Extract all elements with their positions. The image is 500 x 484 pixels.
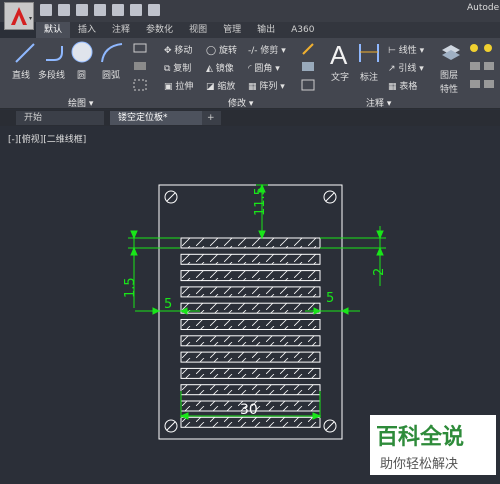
title-bar: Autode	[0, 0, 500, 30]
document-tabs: 开始 镂空定位板* +	[0, 110, 500, 126]
slot	[180, 237, 321, 249]
slot	[180, 319, 321, 330]
linear-tool[interactable]: ⊢ 线性 ▾	[388, 43, 424, 56]
tab-view[interactable]: 视图	[181, 22, 215, 38]
line-tool-label[interactable]: 直线	[12, 68, 30, 81]
autocad-logo-button[interactable]	[4, 2, 34, 30]
dim-right-label: 2	[372, 268, 387, 276]
autocad-a-icon	[11, 7, 32, 25]
slot	[180, 367, 321, 379]
print-icon[interactable]	[112, 4, 124, 16]
layer-state-icons[interactable]	[468, 42, 498, 96]
text-icon[interactable]: A	[330, 40, 347, 71]
slot	[180, 351, 321, 363]
slot	[180, 270, 321, 282]
array-tool[interactable]: ▦ 阵列 ▾	[248, 79, 285, 92]
watermark: 百科全说 助你轻松解决	[370, 415, 496, 475]
scale-tool[interactable]: ◪ 缩放	[206, 79, 235, 92]
circle-icon[interactable]	[70, 40, 94, 64]
polyline-tool-label[interactable]: 多段线	[38, 68, 65, 81]
slot-group	[180, 237, 321, 428]
dim-gap-right-label: 5	[326, 291, 334, 306]
tab-parametric[interactable]: 参数化	[138, 22, 181, 38]
annotation-group-label[interactable]: 注释 ▾	[366, 96, 391, 109]
slot	[180, 384, 321, 396]
tab-manage[interactable]: 管理	[215, 22, 249, 38]
dim-top-label: 11.5	[253, 187, 268, 216]
modify-extra-icons[interactable]	[300, 42, 316, 96]
layers-label-2[interactable]: 特性	[440, 82, 458, 95]
draw-extra-icons[interactable]	[132, 42, 152, 96]
line-icon[interactable]	[14, 42, 36, 64]
app-title: Autode	[467, 3, 500, 13]
slot	[180, 286, 321, 298]
dim-bottom-label: 30	[240, 402, 258, 418]
open-file-icon[interactable]	[58, 4, 70, 16]
slot	[180, 335, 321, 347]
dimension-icon[interactable]	[358, 42, 380, 64]
ribbon-tabs: 默认 插入 注释 参数化 视图 管理 输出 A360	[36, 22, 500, 38]
fillet-tool[interactable]: ◜ 圆角 ▾	[248, 61, 280, 74]
tab-output[interactable]: 输出	[249, 22, 283, 38]
new-file-icon[interactable]	[40, 4, 52, 16]
tab-active-drawing[interactable]: 镂空定位板*	[110, 111, 202, 125]
draw-group-label[interactable]: 绘图 ▾	[68, 96, 93, 109]
save-icon[interactable]	[76, 4, 88, 16]
mirror-tool[interactable]: ◭ 镜像	[206, 61, 234, 74]
dimension-tool-label[interactable]: 标注	[360, 70, 378, 83]
leader-tool[interactable]: ↗ 引线 ▾	[388, 61, 424, 74]
copy-tool[interactable]: ⧉ 复制	[164, 61, 191, 74]
save-as-icon[interactable]	[94, 4, 106, 16]
dim-gap-left-label: 5	[164, 297, 172, 312]
circle-tool-label[interactable]: 圆	[77, 68, 86, 81]
table-tool[interactable]: ▦ 表格	[388, 79, 417, 92]
dim-left-label: 1.5	[123, 277, 138, 298]
tab-annotate[interactable]: 注释	[104, 22, 138, 38]
modify-group-label[interactable]: 修改 ▾	[228, 96, 253, 109]
arc-icon[interactable]	[100, 42, 124, 64]
move-tool[interactable]: ✥ 移动	[164, 43, 192, 56]
trim-tool[interactable]: -/- 修剪 ▾	[248, 43, 286, 56]
watermark-subtitle: 助你轻松解决	[380, 457, 459, 472]
viewport-label[interactable]: [-][俯视][二维线框]	[8, 132, 86, 145]
redo-icon[interactable]	[148, 4, 160, 16]
layers-label[interactable]: 图层	[440, 68, 458, 81]
polyline-icon[interactable]	[44, 42, 66, 64]
quick-access-toolbar	[40, 4, 160, 18]
layer-properties-icon[interactable]	[440, 42, 462, 64]
rotate-tool[interactable]: ◯ 旋转	[206, 43, 237, 56]
arc-tool-label[interactable]: 圆弧	[102, 68, 120, 81]
watermark-logo: 百科全说	[376, 425, 465, 450]
tab-insert[interactable]: 插入	[70, 22, 104, 38]
tab-start[interactable]: 开始	[16, 111, 104, 125]
slot	[180, 253, 321, 265]
tab-default[interactable]: 默认	[36, 22, 71, 38]
slot	[180, 302, 321, 314]
undo-icon[interactable]	[130, 4, 142, 16]
slot	[180, 416, 321, 428]
text-tool-label[interactable]: 文字	[331, 70, 349, 83]
add-tab-button[interactable]: +	[202, 111, 221, 125]
stretch-tool[interactable]: ▣ 拉伸	[164, 79, 193, 92]
tab-a360[interactable]: A360	[283, 22, 322, 38]
